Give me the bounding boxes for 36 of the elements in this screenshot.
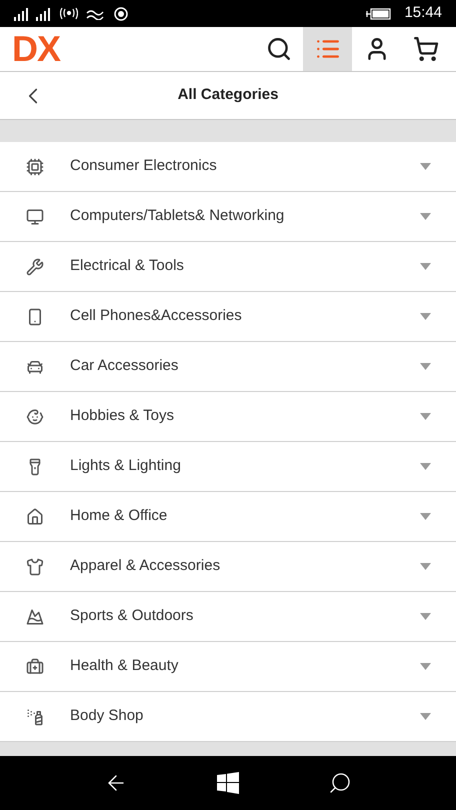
phone-icon xyxy=(26,308,44,326)
signal-icon xyxy=(36,6,52,20)
category-label: Electrical & Tools xyxy=(70,256,184,276)
category-label: Apparel & Accessories xyxy=(70,556,220,576)
wrench-icon xyxy=(26,258,44,276)
search-icon xyxy=(328,771,352,795)
page-title: All Categories xyxy=(178,85,278,106)
house-icon xyxy=(26,508,44,526)
windows-icon xyxy=(216,772,239,794)
category-label: Consumer Electronics xyxy=(70,156,217,176)
wave-icon xyxy=(86,8,104,20)
chip-icon xyxy=(26,158,44,176)
category-label: Lights & Lighting xyxy=(70,456,181,476)
battery-icon xyxy=(366,8,392,20)
record-icon xyxy=(114,6,128,20)
category-label: Car Accessories xyxy=(70,356,178,376)
bottle-icon xyxy=(26,708,44,726)
cart-icon xyxy=(412,36,438,62)
start-button[interactable] xyxy=(216,772,239,794)
clock-time: 15:44 xyxy=(404,3,442,24)
signal-icon xyxy=(14,6,30,20)
hotspot-icon xyxy=(60,6,78,20)
logo: DX xyxy=(12,33,60,65)
monitor-icon xyxy=(26,208,44,226)
search-icon xyxy=(266,36,292,62)
shirt-icon xyxy=(26,558,44,576)
category-label: Hobbies & Toys xyxy=(70,406,174,426)
search-button[interactable] xyxy=(328,771,352,795)
category-label: Cell Phones&Accessories xyxy=(70,306,242,326)
category-label: Home & Office xyxy=(70,506,168,526)
category-label: Health & Beauty xyxy=(70,656,178,676)
category-label: Computers/Tablets& Networking xyxy=(70,206,284,226)
category-label: Body Shop xyxy=(70,706,144,726)
category-label: Sports & Outdoors xyxy=(70,606,194,626)
medical-kit-icon xyxy=(26,658,44,676)
mountain-icon xyxy=(26,608,44,626)
